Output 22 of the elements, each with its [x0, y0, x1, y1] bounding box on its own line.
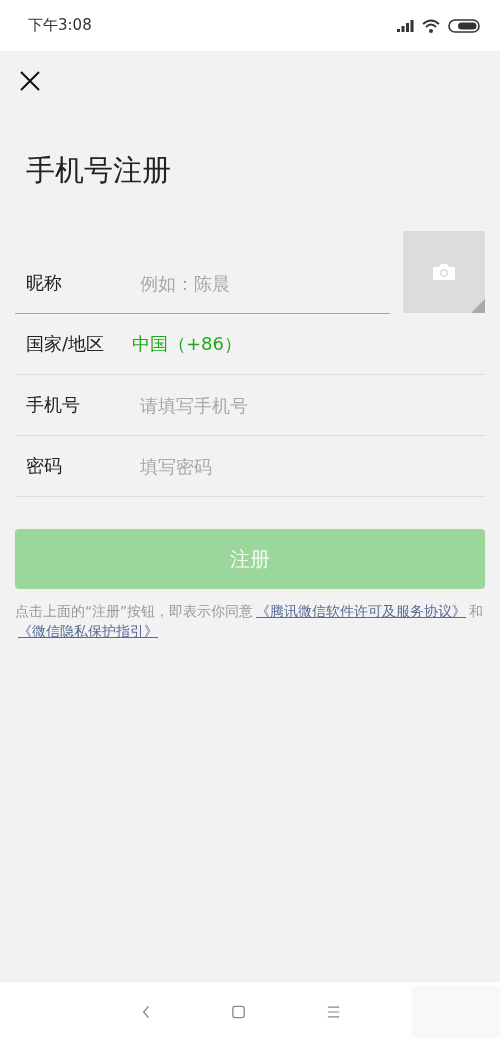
agreement-link[interactable]: 《微信隐私保护指引》	[18, 623, 158, 639]
country-selector[interactable]: 中国（+86）	[132, 332, 242, 356]
back-icon[interactable]	[142, 1003, 151, 1020]
agreement-link[interactable]: 《腾讯微信软件许可及服务协议》	[256, 603, 466, 619]
corner-mark-icon	[471, 299, 485, 313]
menu-icon[interactable]	[327, 1004, 341, 1019]
input-field[interactable]: 填写密码	[138, 454, 485, 478]
field-label: 昵称	[26, 271, 63, 295]
input-field[interactable]: 例如：陈晨	[138, 271, 390, 295]
wifi-icon	[422, 18, 440, 33]
agreement-text: 点击上面的“注册”按钮，即表示你同意 《腾讯微信软件许可及服务协议》 和 《微信隐私保护指引》	[15, 602, 484, 641]
close-icon[interactable]	[20, 71, 40, 91]
home-icon[interactable]	[232, 1003, 246, 1020]
field-label: 密码	[26, 454, 63, 478]
field-label: 手机号	[26, 393, 81, 417]
signal-icon	[396, 19, 414, 32]
page-title: 手机号注册	[26, 152, 172, 189]
status-time: 下午3:08	[28, 16, 92, 35]
field-label: 国家/地区	[26, 332, 106, 356]
input-field[interactable]: 请填写手机号	[138, 393, 485, 417]
camera-icon	[433, 264, 455, 280]
battery-icon	[448, 18, 480, 33]
